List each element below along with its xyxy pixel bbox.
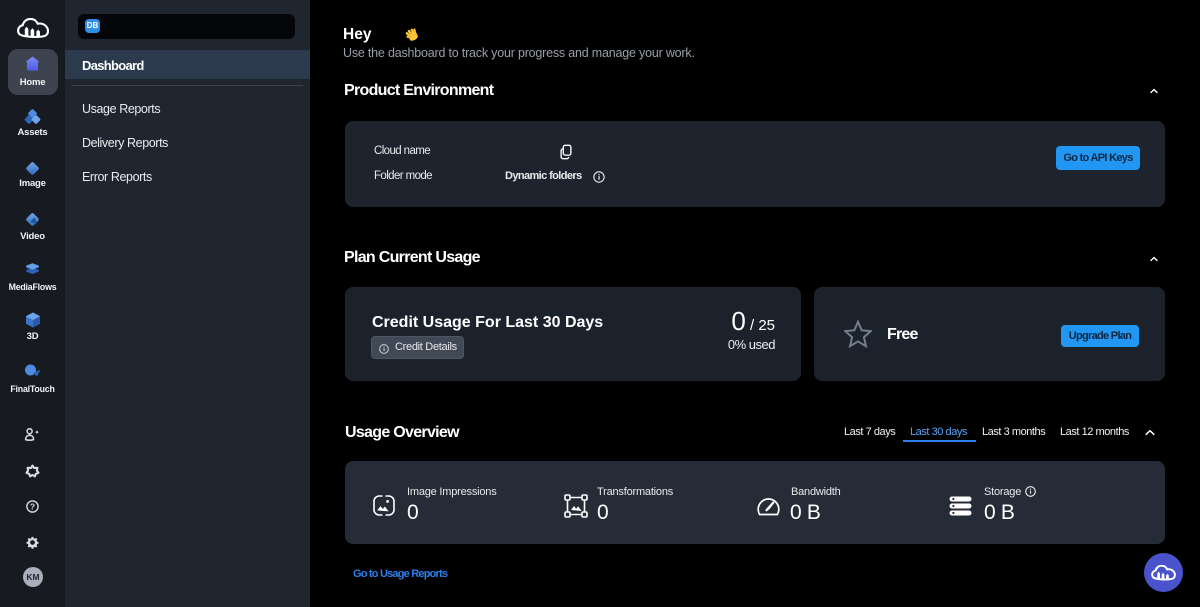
svg-text:?: ?	[30, 502, 35, 512]
